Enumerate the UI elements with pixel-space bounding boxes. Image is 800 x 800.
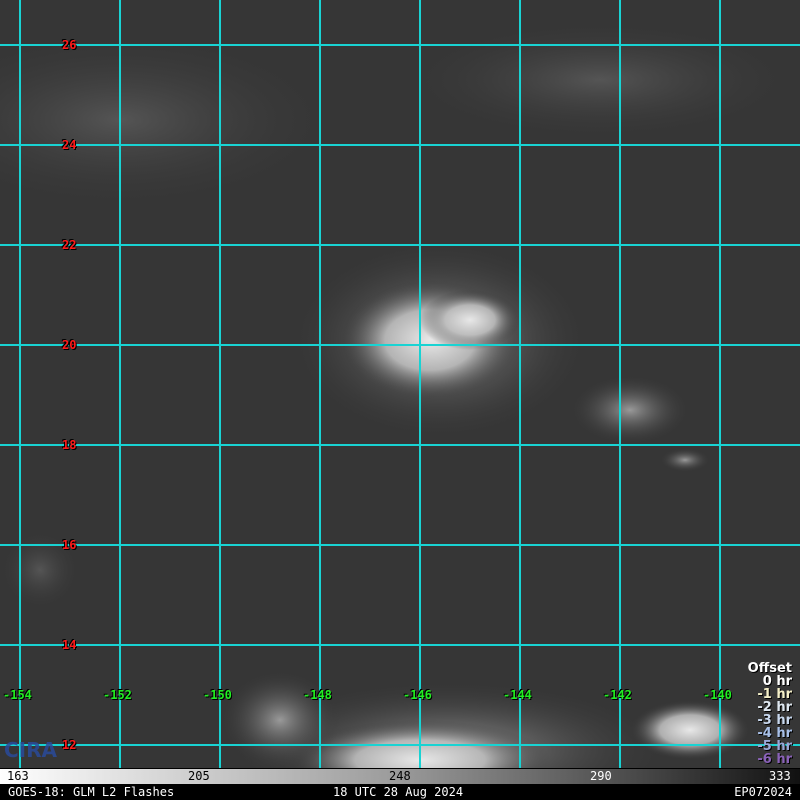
colorbar-tick: 248 bbox=[389, 769, 411, 783]
colorbar-tick: 163 bbox=[7, 769, 29, 783]
lon-label: -150 bbox=[203, 688, 232, 702]
timestamp: 18 UTC 28 Aug 2024 bbox=[333, 785, 464, 799]
lat-label: 20 bbox=[62, 338, 77, 352]
lat-label: 16 bbox=[62, 538, 77, 552]
lat-label: 26 bbox=[62, 38, 77, 52]
lon-label: -142 bbox=[603, 688, 632, 702]
colorbar-tick: 290 bbox=[590, 769, 612, 783]
lat-label: 22 bbox=[62, 238, 77, 252]
satellite-map: 26 24 22 20 18 16 14 12 -154 -152 -150 -… bbox=[0, 0, 800, 800]
lat-label: 18 bbox=[62, 438, 77, 452]
colorbar-tick: 205 bbox=[188, 769, 210, 783]
lon-label: -148 bbox=[303, 688, 332, 702]
lon-label: -146 bbox=[403, 688, 432, 702]
colorbar-tick: 333 bbox=[769, 769, 791, 783]
footer-bar: GOES-18: GLM L2 Flashes 18 UTC 28 Aug 20… bbox=[0, 784, 800, 800]
satellite-image bbox=[0, 0, 800, 768]
lon-label: -152 bbox=[103, 688, 132, 702]
storm-id: EP072024 bbox=[734, 785, 792, 799]
legend-item: -6 hr bbox=[757, 752, 792, 767]
lon-label: -144 bbox=[503, 688, 532, 702]
lat-label: 14 bbox=[62, 638, 77, 652]
lat-label: 12 bbox=[62, 738, 77, 752]
offset-legend: Offset 0 hr -1 hr -2 hr -3 hr -4 hr -5 h… bbox=[748, 662, 792, 766]
lon-label: -154 bbox=[3, 688, 32, 702]
satellite-product: GOES-18: GLM L2 Flashes bbox=[8, 785, 175, 799]
cira-logo: CIRA bbox=[4, 738, 57, 762]
lon-label: -140 bbox=[703, 688, 732, 702]
lat-label: 24 bbox=[62, 138, 77, 152]
